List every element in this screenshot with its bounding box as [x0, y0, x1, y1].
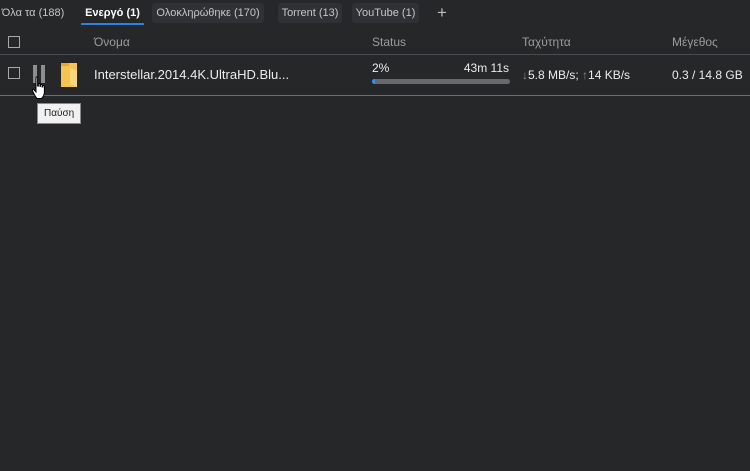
tab-youtube[interactable]: YouTube (1)	[352, 3, 419, 23]
tab-torrent[interactable]: Torrent (13)	[278, 3, 342, 23]
row-checkbox[interactable]	[8, 67, 20, 79]
progress-percent: 2%	[372, 61, 390, 75]
download-size: 0.3 / 14.8 GB	[672, 68, 743, 82]
folder-icon	[59, 62, 79, 93]
download-speed: 5.8 MB/s;	[528, 68, 579, 82]
download-name: Interstellar.2014.4K.UltraHD.Blu...	[94, 67, 290, 82]
column-name-header[interactable]: Όνομα	[94, 35, 130, 49]
select-all-checkbox[interactable]	[8, 36, 20, 48]
progress-bar	[372, 79, 510, 84]
add-tab-button[interactable]: +	[432, 3, 452, 23]
transfer-speed: ↓5.8 MB/s; ↑14 KB/s	[522, 68, 630, 82]
hand-cursor-icon	[31, 76, 48, 105]
tab-all[interactable]: Όλα τα (188)	[0, 3, 66, 23]
pause-tooltip: Παύση	[37, 103, 82, 124]
column-status-header[interactable]: Status	[372, 35, 406, 49]
tab-active[interactable]: Ενεργό (1)	[81, 3, 144, 25]
column-size-header[interactable]: Μέγεθος	[672, 35, 718, 49]
tab-completed[interactable]: Ολοκληρώθηκε (170)	[152, 3, 264, 23]
time-remaining: 43m 11s	[463, 61, 509, 75]
progress-bar-fill	[372, 79, 375, 84]
column-speed-header[interactable]: Ταχύτητα	[522, 35, 571, 49]
column-header: Όνομα Status Ταχύτητα Μέγεθος	[0, 31, 750, 55]
filter-tab-bar: Όλα τα (188) Ενεργό (1) Ολοκληρώθηκε (17…	[0, 0, 750, 30]
download-row[interactable]: Interstellar.2014.4K.UltraHD.Blu... 2% 4…	[0, 55, 750, 96]
upload-speed: 14 KB/s	[588, 68, 631, 82]
